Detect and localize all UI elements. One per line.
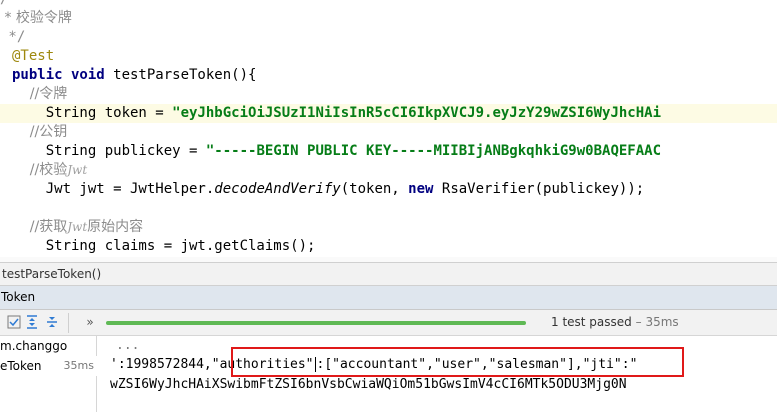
code-text: Jwt jwt = JwtHelper. (12, 181, 215, 197)
keyword: public void (12, 67, 105, 83)
comment-text: //校验 (12, 162, 68, 178)
string-literal: "-----BEGIN PUBLIC KEY-----MIIBIjANBgkqh… (205, 143, 662, 159)
code-line: /** (0, 0, 777, 9)
test-tree: m.changgo eToken 35ms (0, 336, 97, 412)
string-literal: "eyJhbGciOiJSUzI1NiIsInR5cCI6IkpXVCJ9.ey… (172, 105, 662, 121)
code-line: String claims = jwt.getClaims(); (12, 238, 316, 254)
code-comment: //令牌 (12, 86, 68, 102)
tree-root-label[interactable]: m.changgo (0, 339, 67, 353)
collapse-all-icon[interactable] (44, 314, 60, 330)
method-signature: public void testParseToken(){ (12, 66, 777, 85)
comment-word: Jwt (67, 163, 88, 177)
test-status: 1 test passed – 35ms (551, 315, 679, 329)
highlight-box (231, 347, 684, 377)
test-status-duration: – 35ms (635, 315, 679, 329)
run-tab-label[interactable]: Token (1, 290, 35, 304)
console-text: ':1998572844, (110, 357, 212, 372)
code-line: String publickey = "-----BEGIN PUBLIC KE… (12, 142, 777, 161)
code-editor[interactable]: /** * 校验令牌 */ @Test public void testPars… (0, 0, 777, 262)
code-comment: //获取Jwt原始内容 (12, 218, 777, 237)
test-status-text: 1 test passed (551, 315, 632, 329)
test-progress-bar (106, 321, 526, 325)
code-comment: //公钥 (12, 124, 68, 140)
tree-root[interactable]: m.changgo (0, 336, 97, 356)
check-icon[interactable] (6, 314, 22, 330)
comment-text: 原始内容 (87, 219, 144, 235)
run-tool-window-tab[interactable]: Token (0, 286, 777, 310)
comment-text: //获取 (12, 219, 68, 235)
code-line-current: String token = "eyJhbGciOiJSUzI1NiIsInR5… (0, 104, 777, 123)
tree-item-duration: 35ms (63, 359, 94, 372)
comment-word: Jwt (67, 220, 88, 234)
expand-all-icon[interactable] (24, 314, 40, 330)
static-method: decodeAndVerify (214, 181, 341, 197)
code-text: (token, (340, 181, 409, 197)
toolbar-separator (68, 313, 69, 333)
run-toolbar: » 1 test passed – 35ms (0, 310, 777, 336)
code-line: * 校验令牌 (0, 10, 72, 26)
keyword: new (408, 181, 434, 197)
code-comment: //校验Jwt (12, 161, 777, 180)
breadcrumb-method[interactable]: testParseToken() (2, 267, 101, 281)
more-actions-icon[interactable]: » (82, 314, 98, 330)
code-line: Jwt jwt = JwtHelper.decodeAndVerify(toke… (12, 180, 777, 199)
code-text: RsaVerifier(publickey)); (433, 181, 645, 197)
console-line: wZSI6WyJhcHAiXSwibmFtZSI6bnVsbCwiaWQiOm5… (110, 377, 627, 392)
console-ellipsis: ... (116, 338, 140, 353)
tree-item-label[interactable]: eToken (0, 359, 42, 373)
annotation-test: @Test (12, 48, 55, 64)
code-text: String publickey = (12, 143, 206, 159)
code-text: testParseToken(){ (104, 67, 257, 83)
tree-item[interactable]: eToken 35ms (0, 356, 97, 376)
breadcrumb[interactable]: testParseToken() (0, 262, 777, 286)
code-line: */ (0, 29, 26, 45)
code-text: String token = (12, 105, 173, 121)
